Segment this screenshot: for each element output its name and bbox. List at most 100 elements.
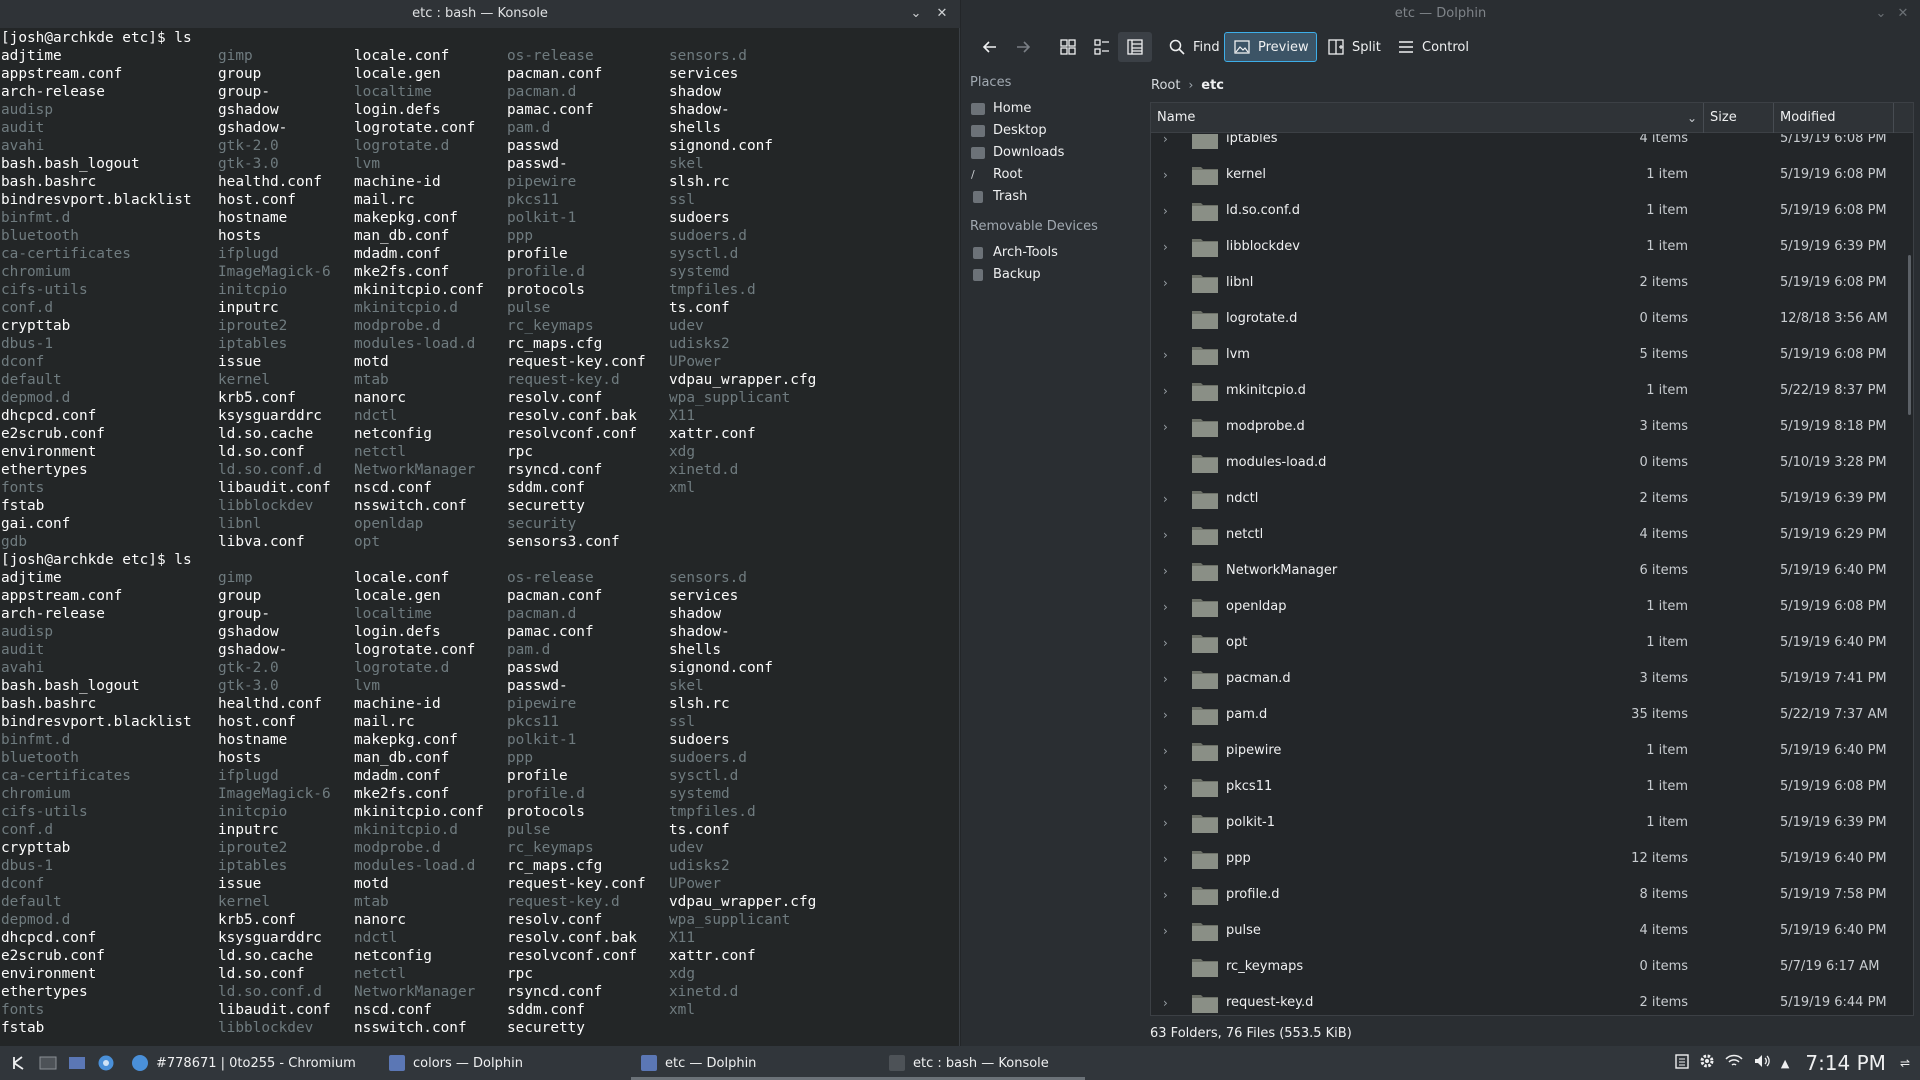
details-view-button[interactable] — [1118, 32, 1152, 62]
forward-button[interactable] — [1006, 32, 1040, 62]
file-row[interactable]: › ndctl 2 items 5/19/19 6:39 PM — [1151, 481, 1913, 517]
dolphin-titlebar[interactable]: etc — Dolphin ⌄ ✕ — [961, 0, 1920, 28]
chevron-right-icon[interactable]: › — [1163, 636, 1168, 650]
terminal-output[interactable]: [josh@archkde etc]$ ls adjtime gimp locale.… — [1, 29, 960, 1046]
preview-button[interactable]: Preview — [1224, 32, 1317, 62]
back-button[interactable] — [973, 32, 1007, 62]
settings-gear-icon[interactable] — [1699, 1053, 1715, 1073]
taskbar-task[interactable]: colors — Dolphin — [379, 1046, 631, 1080]
chevron-right-icon[interactable]: › — [1163, 276, 1168, 290]
chevron-right-icon[interactable]: › — [1163, 996, 1168, 1010]
file-row[interactable]: › mkinitcpio.d 1 item 5/22/19 8:37 PM — [1151, 373, 1913, 409]
chevron-right-icon[interactable]: › — [1163, 708, 1168, 722]
chevron-right-icon[interactable]: › — [1163, 384, 1168, 398]
places-item-desktop[interactable]: Desktop — [961, 120, 1141, 142]
chevron-right-icon[interactable]: › — [1163, 672, 1168, 686]
wifi-icon[interactable] — [1725, 1054, 1743, 1072]
chevron-right-icon[interactable]: › — [1163, 888, 1168, 902]
chevron-right-icon[interactable]: › — [1163, 420, 1168, 434]
close-icon[interactable]: ✕ — [932, 4, 952, 24]
file-row[interactable]: › libblockdev 1 item 5/19/19 6:39 PM — [1151, 229, 1913, 265]
dolphin-window[interactable]: etc — Dolphin ⌄ ✕ Find Preview Split Con… — [961, 0, 1920, 1046]
chevron-right-icon[interactable]: › — [1163, 600, 1168, 614]
show-desktop-icon[interactable]: ⇌ — [1900, 1056, 1910, 1070]
details-view[interactable]: Name ⌄ Size Modified › iptables 4 items 5/1… — [1150, 102, 1914, 1016]
application-launcher-icon[interactable] — [9, 1053, 29, 1073]
terminal-launcher-icon[interactable] — [38, 1053, 58, 1073]
chevron-right-icon[interactable]: › — [1163, 564, 1168, 578]
chevron-right-icon[interactable]: › — [1163, 168, 1168, 182]
breadcrumb-root[interactable]: Root — [1151, 78, 1180, 93]
ls-file-entry: shadow- — [669, 102, 730, 118]
file-row[interactable]: › lvm 5 items 5/19/19 6:08 PM — [1151, 337, 1913, 373]
scrollbar[interactable] — [1908, 255, 1911, 415]
file-row[interactable]: logrotate.d 0 items 12/8/18 3:56 AM — [1151, 301, 1913, 337]
chevron-right-icon[interactable]: › — [1163, 852, 1168, 866]
taskbar-task[interactable]: etc — Dolphin — [631, 1046, 879, 1080]
breadcrumb-current[interactable]: etc — [1201, 78, 1224, 93]
chevron-right-icon[interactable]: › — [1163, 240, 1168, 254]
file-row[interactable]: › request-key.d 2 items 5/19/19 6:44 PM — [1151, 985, 1913, 1015]
places-item-root[interactable]: / Root — [961, 164, 1141, 186]
column-name[interactable]: Name ⌄ — [1151, 103, 1704, 133]
chevron-right-icon[interactable]: › — [1163, 492, 1168, 506]
file-row[interactable]: › NetworkManager 6 items 5/19/19 6:40 PM — [1151, 553, 1913, 589]
compact-view-button[interactable] — [1085, 32, 1119, 62]
chevron-right-icon[interactable]: › — [1163, 528, 1168, 542]
places-item-home[interactable]: Home — [961, 98, 1141, 120]
file-row[interactable]: › pkcs11 1 item 5/19/19 6:08 PM — [1151, 769, 1913, 805]
ls-file-entry: mkinitcpio.conf — [354, 282, 484, 298]
device-item-backup[interactable]: Backup — [961, 264, 1141, 286]
chevron-right-icon[interactable]: › — [1163, 348, 1168, 362]
file-manager-launcher-icon[interactable] — [67, 1053, 87, 1073]
column-modified[interactable]: Modified — [1774, 103, 1894, 133]
file-row[interactable]: › openldap 1 item 5/19/19 6:08 PM — [1151, 589, 1913, 625]
volume-icon[interactable] — [1753, 1053, 1771, 1073]
minimize-icon[interactable]: ⌄ — [906, 4, 926, 24]
file-row[interactable]: rc_keymaps 0 items 5/7/19 6:17 AM — [1151, 949, 1913, 985]
minimize-icon[interactable]: ⌄ — [1871, 4, 1891, 24]
file-row[interactable]: › ppp 12 items 5/19/19 6:40 PM — [1151, 841, 1913, 877]
chevron-right-icon[interactable]: › — [1163, 816, 1168, 830]
control-button[interactable]: Control — [1389, 32, 1476, 62]
places-item-downloads[interactable]: Downloads — [961, 142, 1141, 164]
ls-directory-entry: iproute2 — [218, 318, 288, 334]
chevron-right-icon[interactable]: › — [1163, 924, 1168, 938]
ls-file-entry: mdadm.conf — [354, 246, 441, 262]
file-row[interactable]: › opt 1 item 5/19/19 6:40 PM — [1151, 625, 1913, 661]
ls-file-entry: ethertypes — [1, 984, 88, 1000]
taskbar-task[interactable]: #778671 | 0to255 - Chromium — [122, 1046, 379, 1080]
taskbar-task[interactable]: etc : bash — Konsole — [879, 1046, 1085, 1080]
compact-list-icon — [1092, 37, 1112, 57]
split-button[interactable]: Split — [1319, 32, 1388, 62]
file-row[interactable]: › pacman.d 3 items 5/19/19 7:41 PM — [1151, 661, 1913, 697]
tray-expand-chevron-up-icon[interactable]: ▲ — [1781, 1057, 1789, 1070]
file-row[interactable]: modules-load.d 0 items 5/10/19 3:28 PM — [1151, 445, 1913, 481]
file-row[interactable]: › libnl 2 items 5/19/19 6:08 PM — [1151, 265, 1913, 301]
chevron-right-icon[interactable]: › — [1163, 780, 1168, 794]
device-item-arch-tools[interactable]: Arch-Tools — [961, 242, 1141, 264]
chevron-right-icon[interactable]: › — [1163, 744, 1168, 758]
file-row[interactable]: › iptables 4 items 5/19/19 6:08 PM — [1151, 134, 1913, 157]
clipboard-icon[interactable] — [1675, 1053, 1689, 1073]
file-row[interactable]: › profile.d 8 items 5/19/19 7:58 PM — [1151, 877, 1913, 913]
file-row[interactable]: › polkit-1 1 item 5/19/19 6:39 PM — [1151, 805, 1913, 841]
column-size[interactable]: Size — [1704, 103, 1774, 133]
file-row[interactable]: › modprobe.d 3 items 5/19/19 8:18 PM — [1151, 409, 1913, 445]
file-row[interactable]: › pam.d 35 items 5/22/19 7:37 AM — [1151, 697, 1913, 733]
clock[interactable]: 7:14 PM — [1805, 1051, 1886, 1075]
file-row[interactable]: › ld.so.conf.d 1 item 5/19/19 6:08 PM — [1151, 193, 1913, 229]
konsole-titlebar[interactable]: etc : bash — Konsole ⌄ ✕ — [0, 0, 960, 28]
find-button[interactable]: Find — [1160, 32, 1227, 62]
file-row[interactable]: › pipewire 1 item 5/19/19 6:40 PM — [1151, 733, 1913, 769]
chevron-right-icon[interactable]: › — [1163, 134, 1168, 146]
icons-view-button[interactable] — [1051, 32, 1085, 62]
close-icon[interactable]: ✕ — [1893, 4, 1913, 24]
chevron-right-icon[interactable]: › — [1163, 204, 1168, 218]
places-item-trash[interactable]: Trash — [961, 186, 1141, 208]
konsole-window[interactable]: etc : bash — Konsole ⌄ ✕ [josh@archkde e… — [0, 0, 960, 1046]
file-row[interactable]: › kernel 1 item 5/19/19 6:08 PM — [1151, 157, 1913, 193]
file-row[interactable]: › pulse 4 items 5/19/19 6:40 PM — [1151, 913, 1913, 949]
browser-launcher-icon[interactable] — [96, 1053, 116, 1073]
file-row[interactable]: › netctl 4 items 5/19/19 6:29 PM — [1151, 517, 1913, 553]
